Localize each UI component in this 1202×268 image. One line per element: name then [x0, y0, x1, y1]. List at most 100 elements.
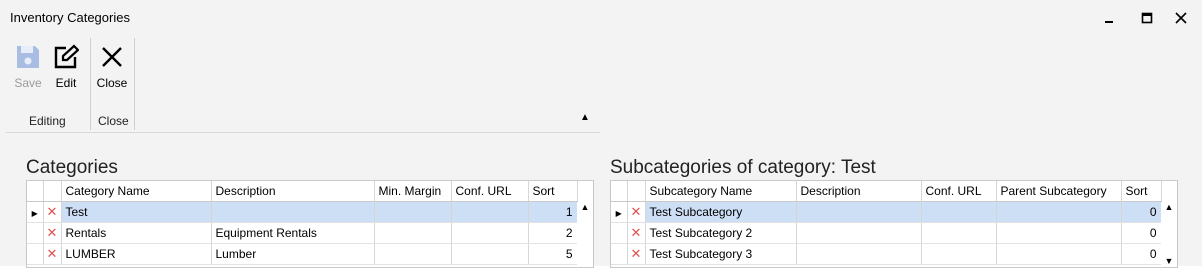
subcategories-header-row: Subcategory Name Description Conf. URL P… — [611, 181, 1162, 202]
row-indicator-header — [611, 181, 628, 202]
save-button[interactable]: Save — [12, 44, 44, 102]
edit-icon — [54, 44, 79, 69]
sort-cell[interactable]: 0 — [1121, 243, 1162, 265]
subcategory-name-cell[interactable]: Test Subcategory 3 — [645, 243, 797, 265]
parent-subcategory-cell[interactable] — [996, 222, 1122, 244]
delete-icon: ✕ — [46, 225, 58, 240]
conf-url-cell[interactable] — [921, 222, 997, 244]
column-header-conf-url[interactable]: Conf. URL — [921, 181, 997, 202]
scroll-down-icon[interactable]: ▼ — [1165, 256, 1174, 266]
table-row[interactable]: ✕ Rentals Equipment Rentals 2 — [27, 222, 578, 244]
save-label: Save — [14, 76, 42, 90]
conf-url-cell[interactable] — [451, 201, 529, 223]
ribbon-group-separator — [134, 38, 135, 130]
row-indicator — [611, 222, 628, 244]
parent-subcategory-cell[interactable] — [996, 243, 1122, 265]
subcategories-grid: Subcategory Name Description Conf. URL P… — [610, 180, 1178, 268]
save-icon — [17, 46, 39, 68]
subcategories-title: Subcategories of category: Test — [610, 157, 876, 178]
category-name-cell[interactable]: Test — [61, 201, 212, 223]
minimize-icon — [1105, 21, 1113, 23]
column-header-description[interactable]: Description — [796, 181, 922, 202]
parent-subcategory-cell[interactable] — [996, 201, 1122, 223]
subcategory-name-cell[interactable]: Test Subcategory 2 — [645, 222, 797, 244]
title-bar: Inventory Categories — [0, 0, 1202, 36]
column-header-sort[interactable]: Sort — [528, 181, 578, 202]
column-header-min-margin[interactable]: Min. Margin — [374, 181, 452, 202]
delete-icon: ✕ — [630, 225, 642, 240]
delete-icon: ✕ — [630, 246, 642, 261]
conf-url-cell[interactable] — [451, 243, 529, 265]
sort-cell[interactable]: 2 — [528, 222, 578, 244]
table-row[interactable]: ▶ ✕ Test 1 — [27, 201, 578, 223]
delete-icon: ✕ — [46, 204, 58, 219]
row-indicator — [27, 222, 44, 244]
min-margin-cell[interactable] — [374, 222, 452, 244]
close-label: Close — [96, 76, 128, 90]
table-row[interactable]: ▶ ✕ Test Subcategory 0 — [611, 201, 1162, 223]
maximize-button[interactable] — [1132, 6, 1162, 30]
column-header-conf-url[interactable]: Conf. URL — [451, 181, 529, 202]
delete-column-header — [43, 181, 62, 202]
delete-row-button[interactable]: ✕ — [627, 201, 646, 223]
min-margin-cell[interactable] — [374, 243, 452, 265]
ribbon: Save Edit Close Editing Close ▲ — [6, 38, 600, 133]
conf-url-cell[interactable] — [921, 243, 997, 265]
description-cell[interactable] — [211, 201, 375, 223]
sort-cell[interactable]: 5 — [528, 243, 578, 265]
collapse-ribbon-icon[interactable]: ▲ — [580, 112, 590, 123]
delete-icon: ✕ — [46, 246, 58, 261]
minimize-button[interactable] — [1094, 6, 1124, 30]
current-row-indicator: ▶ — [27, 201, 44, 223]
ribbon-group-editing: Editing — [29, 114, 66, 128]
delete-column-header — [627, 181, 646, 202]
column-header-description[interactable]: Description — [211, 181, 375, 202]
delete-row-button[interactable]: ✕ — [43, 201, 62, 223]
table-row[interactable]: ✕ Test Subcategory 3 0 — [611, 243, 1162, 265]
description-cell[interactable] — [796, 243, 922, 265]
delete-row-button[interactable]: ✕ — [627, 243, 646, 265]
inventory-categories-window: Inventory Categories Save Edit Close Edi… — [0, 0, 1202, 268]
column-header-sort[interactable]: Sort — [1121, 181, 1162, 202]
column-header-parent-subcategory[interactable]: Parent Subcategory — [996, 181, 1122, 202]
description-cell[interactable]: Equipment Rentals — [211, 222, 375, 244]
description-cell[interactable] — [796, 222, 922, 244]
current-row-indicator: ▶ — [611, 201, 628, 223]
categories-header-row: Category Name Description Min. Margin Co… — [27, 181, 578, 202]
delete-row-button[interactable]: ✕ — [43, 243, 62, 265]
categories-scrollbar[interactable]: ▲ — [577, 202, 593, 266]
conf-url-cell[interactable] — [921, 201, 997, 223]
sort-cell[interactable]: 1 — [528, 201, 578, 223]
min-margin-cell[interactable] — [374, 201, 452, 223]
delete-row-button[interactable]: ✕ — [627, 222, 646, 244]
scroll-up-icon[interactable]: ▲ — [581, 202, 590, 212]
edit-button[interactable]: Edit — [50, 44, 82, 102]
category-name-cell[interactable]: LUMBER — [61, 243, 212, 265]
ribbon-group-close: Close — [98, 114, 129, 128]
close-window-button[interactable] — [1166, 6, 1196, 30]
window-title: Inventory Categories — [10, 10, 130, 25]
category-name-cell[interactable]: Rentals — [61, 222, 212, 244]
categories-grid: Category Name Description Min. Margin Co… — [26, 180, 594, 268]
edit-label: Edit — [55, 76, 77, 90]
subcategory-name-cell[interactable]: Test Subcategory — [645, 201, 797, 223]
description-cell[interactable]: Lumber — [211, 243, 375, 265]
ribbon-group-separator — [90, 38, 91, 130]
row-indicator-header — [27, 181, 44, 202]
column-header-subcategory-name[interactable]: Subcategory Name — [645, 181, 797, 202]
conf-url-cell[interactable] — [451, 222, 529, 244]
delete-row-button[interactable]: ✕ — [43, 222, 62, 244]
column-header-category-name[interactable]: Category Name — [61, 181, 212, 202]
scroll-up-icon[interactable]: ▲ — [1165, 202, 1174, 212]
subcategories-scrollbar[interactable]: ▲ ▼ — [1161, 202, 1177, 266]
maximize-icon — [1141, 12, 1153, 24]
table-row[interactable]: ✕ LUMBER Lumber 5 — [27, 243, 578, 265]
description-cell[interactable] — [796, 201, 922, 223]
sort-cell[interactable]: 0 — [1121, 201, 1162, 223]
delete-icon: ✕ — [630, 204, 642, 219]
close-icon — [102, 47, 122, 67]
sort-cell[interactable]: 0 — [1121, 222, 1162, 244]
row-indicator — [611, 243, 628, 265]
close-button[interactable]: Close — [96, 44, 128, 102]
table-row[interactable]: ✕ Test Subcategory 2 0 — [611, 222, 1162, 244]
